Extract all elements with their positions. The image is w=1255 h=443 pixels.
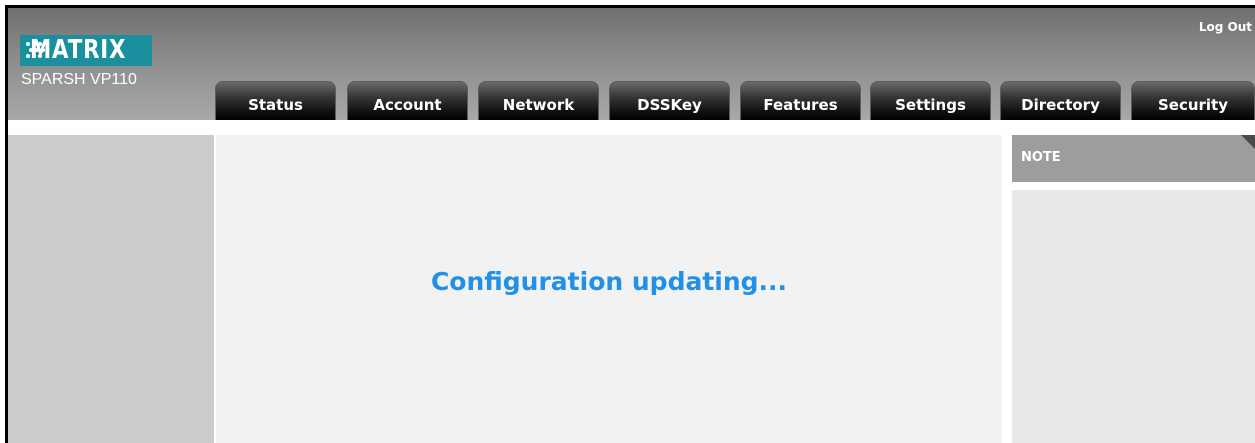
note-corner-icon xyxy=(1241,135,1255,149)
tab-dsskey[interactable]: DSSKey xyxy=(609,81,730,121)
tab-features[interactable]: Features xyxy=(740,81,861,121)
app-window: MATRIX SPARSH VP110 Log Out Status Accou… xyxy=(5,5,1255,443)
note-title: NOTE xyxy=(1021,150,1061,165)
brand-logo: MATRIX xyxy=(20,35,152,66)
device-model: SPARSH VP110 xyxy=(21,71,137,88)
tab-status[interactable]: Status xyxy=(215,81,336,121)
status-message: Configuration updating... xyxy=(430,267,788,296)
tab-account[interactable]: Account xyxy=(347,81,468,121)
brand-name: MATRIX xyxy=(29,35,126,65)
tab-network[interactable]: Network xyxy=(478,81,599,121)
left-sidebar xyxy=(8,135,214,443)
main-panel: Configuration updating... xyxy=(216,135,1002,443)
note-header: NOTE xyxy=(1012,135,1255,182)
note-body xyxy=(1012,190,1255,443)
tab-directory[interactable]: Directory xyxy=(1000,81,1121,121)
logout-link[interactable]: Log Out xyxy=(1199,20,1252,34)
header-bar: MATRIX SPARSH VP110 Log Out Status Accou… xyxy=(8,8,1255,121)
matrix-dots-logo-icon xyxy=(24,41,45,61)
content-area: Configuration updating... NOTE xyxy=(8,120,1255,443)
tab-security[interactable]: Security xyxy=(1131,81,1255,121)
tab-settings[interactable]: Settings xyxy=(870,81,991,121)
